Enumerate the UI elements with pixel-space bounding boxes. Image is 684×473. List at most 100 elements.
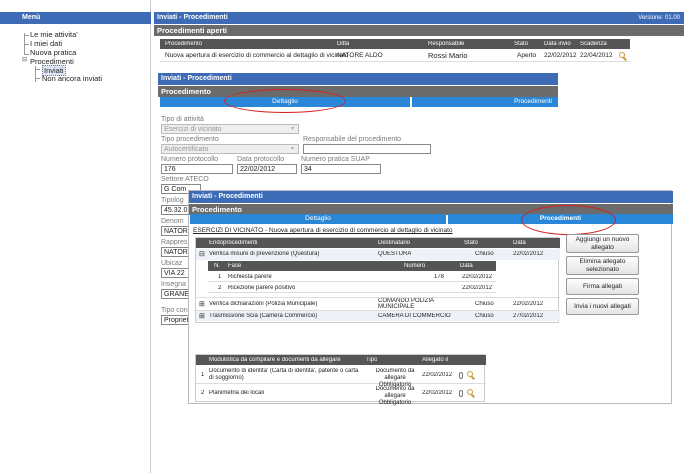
endo-stato: Chiuso: [475, 313, 494, 319]
table-header: Modulistica da compilare e documenti da …: [196, 355, 486, 365]
row-procedimento: Nuova apertura di esercizio di commercio…: [165, 52, 349, 59]
doc-name: Planimetria dei locali: [209, 390, 265, 396]
add-attachment-button[interactable]: Aggiungi un nuovo allegato: [566, 234, 639, 253]
endo-data: 22/02/2012: [513, 301, 544, 307]
doc-date: 22/02/2012: [422, 372, 453, 378]
label-numero-protocollo: Numero protocollo: [161, 156, 219, 163]
delete-attachment-button[interactable]: Elimina allegato selezionato: [566, 256, 639, 275]
table-header: Procedimento Ditta Responsabile Stato Da…: [160, 39, 630, 49]
doc-date: 22/02/2012: [422, 390, 453, 396]
label-data-protocollo: Data protocollo: [237, 156, 285, 163]
table-header: N. Fase Numero Data: [208, 261, 496, 271]
endo-destinatario: QUESTURA: [378, 251, 412, 257]
sidebar-item-non-ancora-inviati[interactable]: Non ancora inviati: [42, 74, 102, 83]
expand-toggle-icon[interactable]: ⊞: [199, 312, 205, 320]
window-title: Inviati - Procedimenti: [154, 12, 684, 24]
input-numero-pratica[interactable]: 34: [301, 164, 381, 174]
fase-numero: 178: [434, 274, 445, 280]
column-header: Fase: [228, 263, 242, 269]
list-item[interactable]: 1 Richiesta parere 178 22/02/2012: [208, 272, 496, 282]
endo-stato: Chiuso: [475, 301, 494, 307]
window-procedimenti-aperti: Inviati - Procedimenti Versione: 01.00 P…: [154, 12, 684, 66]
column-header: N.: [214, 263, 220, 269]
row-stato: Aperto: [517, 52, 537, 59]
label-numero-pratica: Numero pratica SUAP: [301, 156, 370, 163]
expand-toggle-icon[interactable]: ⊟: [199, 250, 205, 258]
doc-n: 2: [201, 390, 205, 396]
column-header: Tipo: [366, 357, 378, 363]
send-attachments-button[interactable]: Invia i nuovi allegati: [566, 298, 639, 315]
paperclip-icon[interactable]: [459, 390, 463, 397]
table-row[interactable]: Nuova apertura di esercizio di commercio…: [160, 50, 630, 62]
window-title: Inviati - Procedimenti: [189, 191, 673, 203]
fase-name: Ricezione parere positivo: [228, 285, 296, 291]
sidebar-item-le-mie-attivita[interactable]: Le mie attivita': [30, 30, 78, 39]
expand-toggle-icon[interactable]: ⊞: [199, 300, 205, 308]
label-denominazione: Denom: [161, 218, 184, 225]
table-row[interactable]: ⊞ Verifica dichiarazioni (Polizia Munici…: [196, 297, 560, 310]
sidebar-item-i-miei-dati[interactable]: I miei dati: [30, 39, 62, 48]
input-responsabile[interactable]: [303, 144, 431, 154]
endo-name: Verifica dichiarazioni (Polizia Municipa…: [209, 301, 318, 307]
table-row[interactable]: ⊟ Verifica misure di prevenzione (Questu…: [196, 249, 560, 260]
tab-procedimenti[interactable]: Procedimenti: [412, 97, 558, 107]
paperclip-icon[interactable]: [459, 372, 463, 379]
magnifier-icon[interactable]: [619, 52, 625, 58]
label-settore: Settore ATECO: [161, 176, 209, 183]
row-responsabile: Rossi Mario: [428, 51, 468, 60]
magnifier-icon[interactable]: [467, 371, 473, 377]
collapse-minus-icon[interactable]: ⊟: [22, 56, 27, 63]
table-row[interactable]: 2 Planimetria dei locali Documento da al…: [196, 385, 486, 406]
column-header: Modulistica da compilare e documenti da …: [209, 357, 341, 363]
endo-data: 27/02/2012: [513, 313, 544, 319]
label-responsabile: Responsabile del procedimento: [303, 136, 402, 143]
row-ditta: NATORE ALDO: [337, 52, 383, 59]
input-numero-protocollo[interactable]: 176: [161, 164, 233, 174]
fase-data: 22/02/2012: [462, 285, 493, 291]
select-tipo-procedimento[interactable]: Autocertificato: [161, 144, 299, 154]
chevron-down-icon: ▾: [291, 126, 295, 132]
endo-stato: Chiuso: [475, 251, 494, 257]
sidebar-title: Menù: [0, 12, 151, 24]
column-header: Ditta: [337, 41, 350, 47]
label-tipo-procedimento: Tipo procedimento: [161, 136, 219, 143]
window-procedimenti: Inviati - Procedimenti Procedimento Dett…: [188, 190, 673, 406]
sidebar: Menù Le mie attivita' I miei dati Nuova …: [0, 0, 151, 473]
label-tipo-attivita: Tipo di attività: [161, 116, 204, 123]
endoprocedimenti-table: Endoprocedimenti Destinatario Stato Data…: [195, 237, 560, 323]
endo-destinatario: COMANDO POLIZIA MUNICIPALE: [378, 298, 434, 310]
doc-name: Documento di identita' (Carta di identit…: [209, 368, 359, 381]
tab-dettaglio[interactable]: Dettaglio: [190, 214, 446, 224]
doc-tipo: Documento da allegare Obbligatorio: [375, 386, 415, 406]
magnifier-icon[interactable]: [467, 389, 473, 395]
fase-n: 1: [218, 274, 222, 280]
chevron-down-icon: ▾: [291, 146, 295, 152]
row-data-invio: 22/02/2012: [544, 52, 577, 59]
doc-n: 1: [201, 372, 205, 378]
column-header: Data: [513, 240, 526, 246]
list-item[interactable]: 2 Ricezione parere positivo 22/02/2012: [208, 283, 496, 293]
endo-data: 22/02/2012: [513, 251, 544, 257]
column-header: Numero: [404, 263, 426, 269]
fase-data: 22/02/2012: [462, 274, 493, 280]
version-label: Versione: 01.00: [638, 15, 680, 21]
select-tipo-attivita[interactable]: Esercizi di vicinato: [161, 124, 299, 134]
column-header: Destinatario: [378, 240, 411, 246]
column-header: Responsabile: [428, 41, 465, 47]
label-ubicazione: Ubicaz: [161, 260, 183, 267]
label-tipologia: Tipolog: [161, 197, 184, 204]
endo-name: Verifica misure di prevenzione (Questura…: [209, 251, 320, 257]
sign-attachments-button[interactable]: Firma allegati: [566, 278, 639, 295]
row-scadenza: 22/04/2012: [580, 52, 613, 59]
table-row[interactable]: 1 Documento di identita' (Carta di ident…: [196, 366, 486, 388]
annotation-circle: [224, 89, 346, 113]
input-data-protocollo[interactable]: 22/02/2012: [237, 164, 297, 174]
column-header: Procedimento: [165, 41, 203, 47]
sidebar-item-nuova-pratica[interactable]: Nuova pratica: [30, 48, 76, 57]
annotation-circle: [521, 205, 616, 235]
endo-destinatario: CAMERA DI COMMERCIO: [378, 313, 451, 319]
table-row[interactable]: ⊞ Trasmissione Scia (Camera Commercio) C…: [196, 310, 560, 321]
section-title: Procedimento: [158, 86, 558, 97]
column-header: Data invio: [544, 41, 571, 47]
label-rappresentante: Rappres: [161, 239, 188, 246]
